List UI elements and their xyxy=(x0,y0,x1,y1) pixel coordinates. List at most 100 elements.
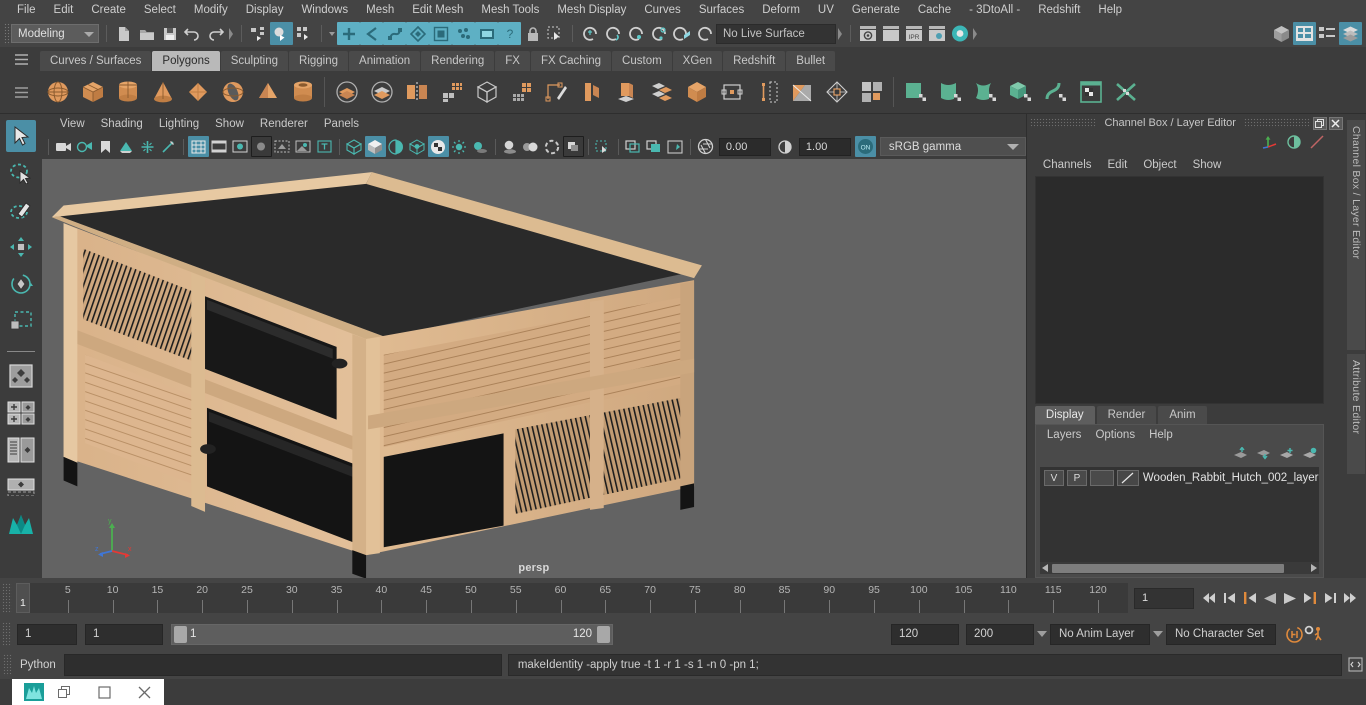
bookmark-icon[interactable] xyxy=(95,136,116,157)
layer-list-scrollbar[interactable] xyxy=(1039,562,1319,574)
uv-planar-map-button[interactable] xyxy=(898,74,933,110)
time-slider-track[interactable]: 1 5 10 15 20 25 30 35 40 45 50 55 60 65 70 75 80 85 90 95 1… xyxy=(16,583,1128,613)
magnet-grid-icon[interactable] xyxy=(578,22,601,45)
frame-all-icon[interactable] xyxy=(623,136,644,157)
channel-box-menu-show[interactable]: Show xyxy=(1185,157,1230,173)
play-forwards-button[interactable] xyxy=(1280,587,1300,609)
resolution-gate-icon[interactable] xyxy=(230,136,251,157)
go-to-start-button[interactable] xyxy=(1200,587,1220,609)
menu-set-selector[interactable]: Modeling xyxy=(11,24,99,43)
range-end-field[interactable]: 120 xyxy=(891,623,959,645)
select-tool-button[interactable] xyxy=(5,120,36,152)
shading-sphere-icon[interactable] xyxy=(1286,134,1301,152)
viewport-menu-renderer[interactable]: Renderer xyxy=(252,116,316,132)
select-camera-icon[interactable] xyxy=(53,136,74,157)
transform-component-button[interactable] xyxy=(714,74,749,110)
close-window-button[interactable] xyxy=(124,679,164,705)
snap-to-points-button[interactable] xyxy=(383,22,406,45)
magnet-point-icon[interactable] xyxy=(624,22,647,45)
status-line-grip[interactable] xyxy=(4,22,11,45)
options-triangle-icon[interactable] xyxy=(327,24,337,44)
use-all-lights-icon[interactable] xyxy=(449,136,470,157)
time-slider-grip[interactable] xyxy=(2,583,12,613)
menu-item-uv[interactable]: UV xyxy=(809,2,843,18)
hypershade-persp-layout-button[interactable] xyxy=(6,471,36,503)
menu-item-modify[interactable]: Modify xyxy=(185,2,237,18)
shelf-tab-polygons[interactable]: Polygons xyxy=(152,51,220,71)
scale-tool-button[interactable] xyxy=(6,305,36,337)
render-view-button[interactable] xyxy=(475,22,498,45)
manipulator-axes-icon[interactable] xyxy=(1262,135,1278,152)
menu-item-display[interactable]: Display xyxy=(237,2,293,18)
menu-item-help[interactable]: Help xyxy=(1089,2,1131,18)
single-perspective-layout-button[interactable] xyxy=(6,360,36,392)
time-slider-cursor[interactable]: 1 xyxy=(16,583,30,613)
channel-box-menu-edit[interactable]: Edit xyxy=(1100,157,1136,173)
command-line-grip[interactable] xyxy=(3,653,12,676)
command-language-label[interactable]: Python xyxy=(12,659,64,671)
new-layer-from-selected-icon[interactable] xyxy=(1302,447,1317,463)
character-set-selector[interactable]: No Character Set xyxy=(1166,623,1276,645)
smooth-shade-all-icon[interactable] xyxy=(364,136,386,157)
new-layer-icon[interactable] xyxy=(1279,447,1294,463)
live-surface-field[interactable]: No Live Surface xyxy=(716,23,836,44)
uv-cylindrical-map-button[interactable] xyxy=(933,74,968,110)
undo-button[interactable] xyxy=(181,22,204,45)
poke-face-button[interactable] xyxy=(819,74,854,110)
show-hide-modeling-toolkit-button[interactable] xyxy=(1270,22,1293,45)
step-back-key-button[interactable] xyxy=(1240,587,1260,609)
scrollbar-thumb[interactable] xyxy=(1051,563,1284,573)
script-editor-button[interactable] xyxy=(1344,652,1366,678)
animation-preferences-button[interactable] xyxy=(1304,623,1324,645)
layer-name[interactable]: Wooden_Rabbit_Hutch_002_layer xyxy=(1143,472,1319,484)
select-by-component-button[interactable] xyxy=(293,22,316,45)
film-gate-icon[interactable] xyxy=(209,136,230,157)
move-layer-up-icon[interactable] xyxy=(1233,446,1248,463)
range-bar[interactable]: 1 120 xyxy=(171,623,613,645)
move-layer-down-icon[interactable] xyxy=(1256,447,1271,463)
layer-menu-options[interactable]: Options xyxy=(1088,427,1142,443)
paint-select-tool-button[interactable] xyxy=(6,194,36,226)
color-management-toggle-icon[interactable] xyxy=(562,136,584,157)
camera-attributes-icon[interactable] xyxy=(74,136,95,157)
shelf-tab-rendering[interactable]: Rendering xyxy=(421,51,495,71)
magnet-live-icon[interactable] xyxy=(670,22,693,45)
anim-layer-selector[interactable]: No Anim Layer xyxy=(1050,623,1150,645)
scroll-left-arrow-icon[interactable] xyxy=(1040,563,1050,573)
perspective-viewport[interactable]: y x z persp xyxy=(41,159,1026,578)
undock-panel-button[interactable] xyxy=(1312,116,1327,130)
shelf-tab-bullet[interactable]: Bullet xyxy=(786,51,836,71)
shelf-tab-sculpting[interactable]: Sculpting xyxy=(220,51,289,71)
image-plane-icon[interactable] xyxy=(116,136,137,157)
screen-space-ao-icon[interactable] xyxy=(500,136,521,157)
current-frame-field[interactable]: 1 xyxy=(1134,587,1194,609)
quadrangulate-button[interactable] xyxy=(854,74,889,110)
show-hide-layer-editor-button[interactable] xyxy=(1339,22,1362,45)
color-management-selector[interactable]: sRGB gamma xyxy=(879,137,1026,156)
restore-window-button[interactable] xyxy=(44,679,84,705)
snap-to-curves-button[interactable] xyxy=(360,22,383,45)
layer-playback-toggle[interactable]: P xyxy=(1066,470,1087,486)
polygon-pyramid-button[interactable] xyxy=(250,74,285,110)
motion-blur-icon[interactable] xyxy=(521,136,542,157)
snap-to-view-planes-button[interactable] xyxy=(429,22,452,45)
multi-cut-button[interactable] xyxy=(539,74,574,110)
channel-box-menu-object[interactable]: Object xyxy=(1135,157,1184,173)
uv-unfold-button[interactable] xyxy=(1038,74,1073,110)
show-hide-channel-box-button[interactable] xyxy=(1316,22,1339,45)
step-forward-frame-button[interactable] xyxy=(1320,587,1340,609)
extrude-edge-button[interactable] xyxy=(749,74,784,110)
expand-arrow-icon-3[interactable] xyxy=(971,24,980,44)
wireframe-shading-icon[interactable] xyxy=(344,136,365,157)
polygon-cylinder-button[interactable] xyxy=(110,74,145,110)
expand-arrow-icon-2[interactable] xyxy=(836,24,845,44)
snapshot-icon[interactable] xyxy=(665,136,686,157)
show-grid-icon[interactable] xyxy=(187,136,209,157)
layer-color-swatch[interactable] xyxy=(1116,470,1139,486)
channel-box-menu-channels[interactable]: Channels xyxy=(1035,157,1100,173)
vtab-channel-box-layer-editor[interactable]: Channel Box / Layer Editor xyxy=(1346,120,1365,350)
scroll-right-arrow-icon[interactable] xyxy=(1309,563,1319,573)
shelf-menu-icon[interactable] xyxy=(2,47,40,71)
target-weld-button[interactable] xyxy=(574,74,609,110)
measure-tool-icon[interactable] xyxy=(158,136,179,157)
